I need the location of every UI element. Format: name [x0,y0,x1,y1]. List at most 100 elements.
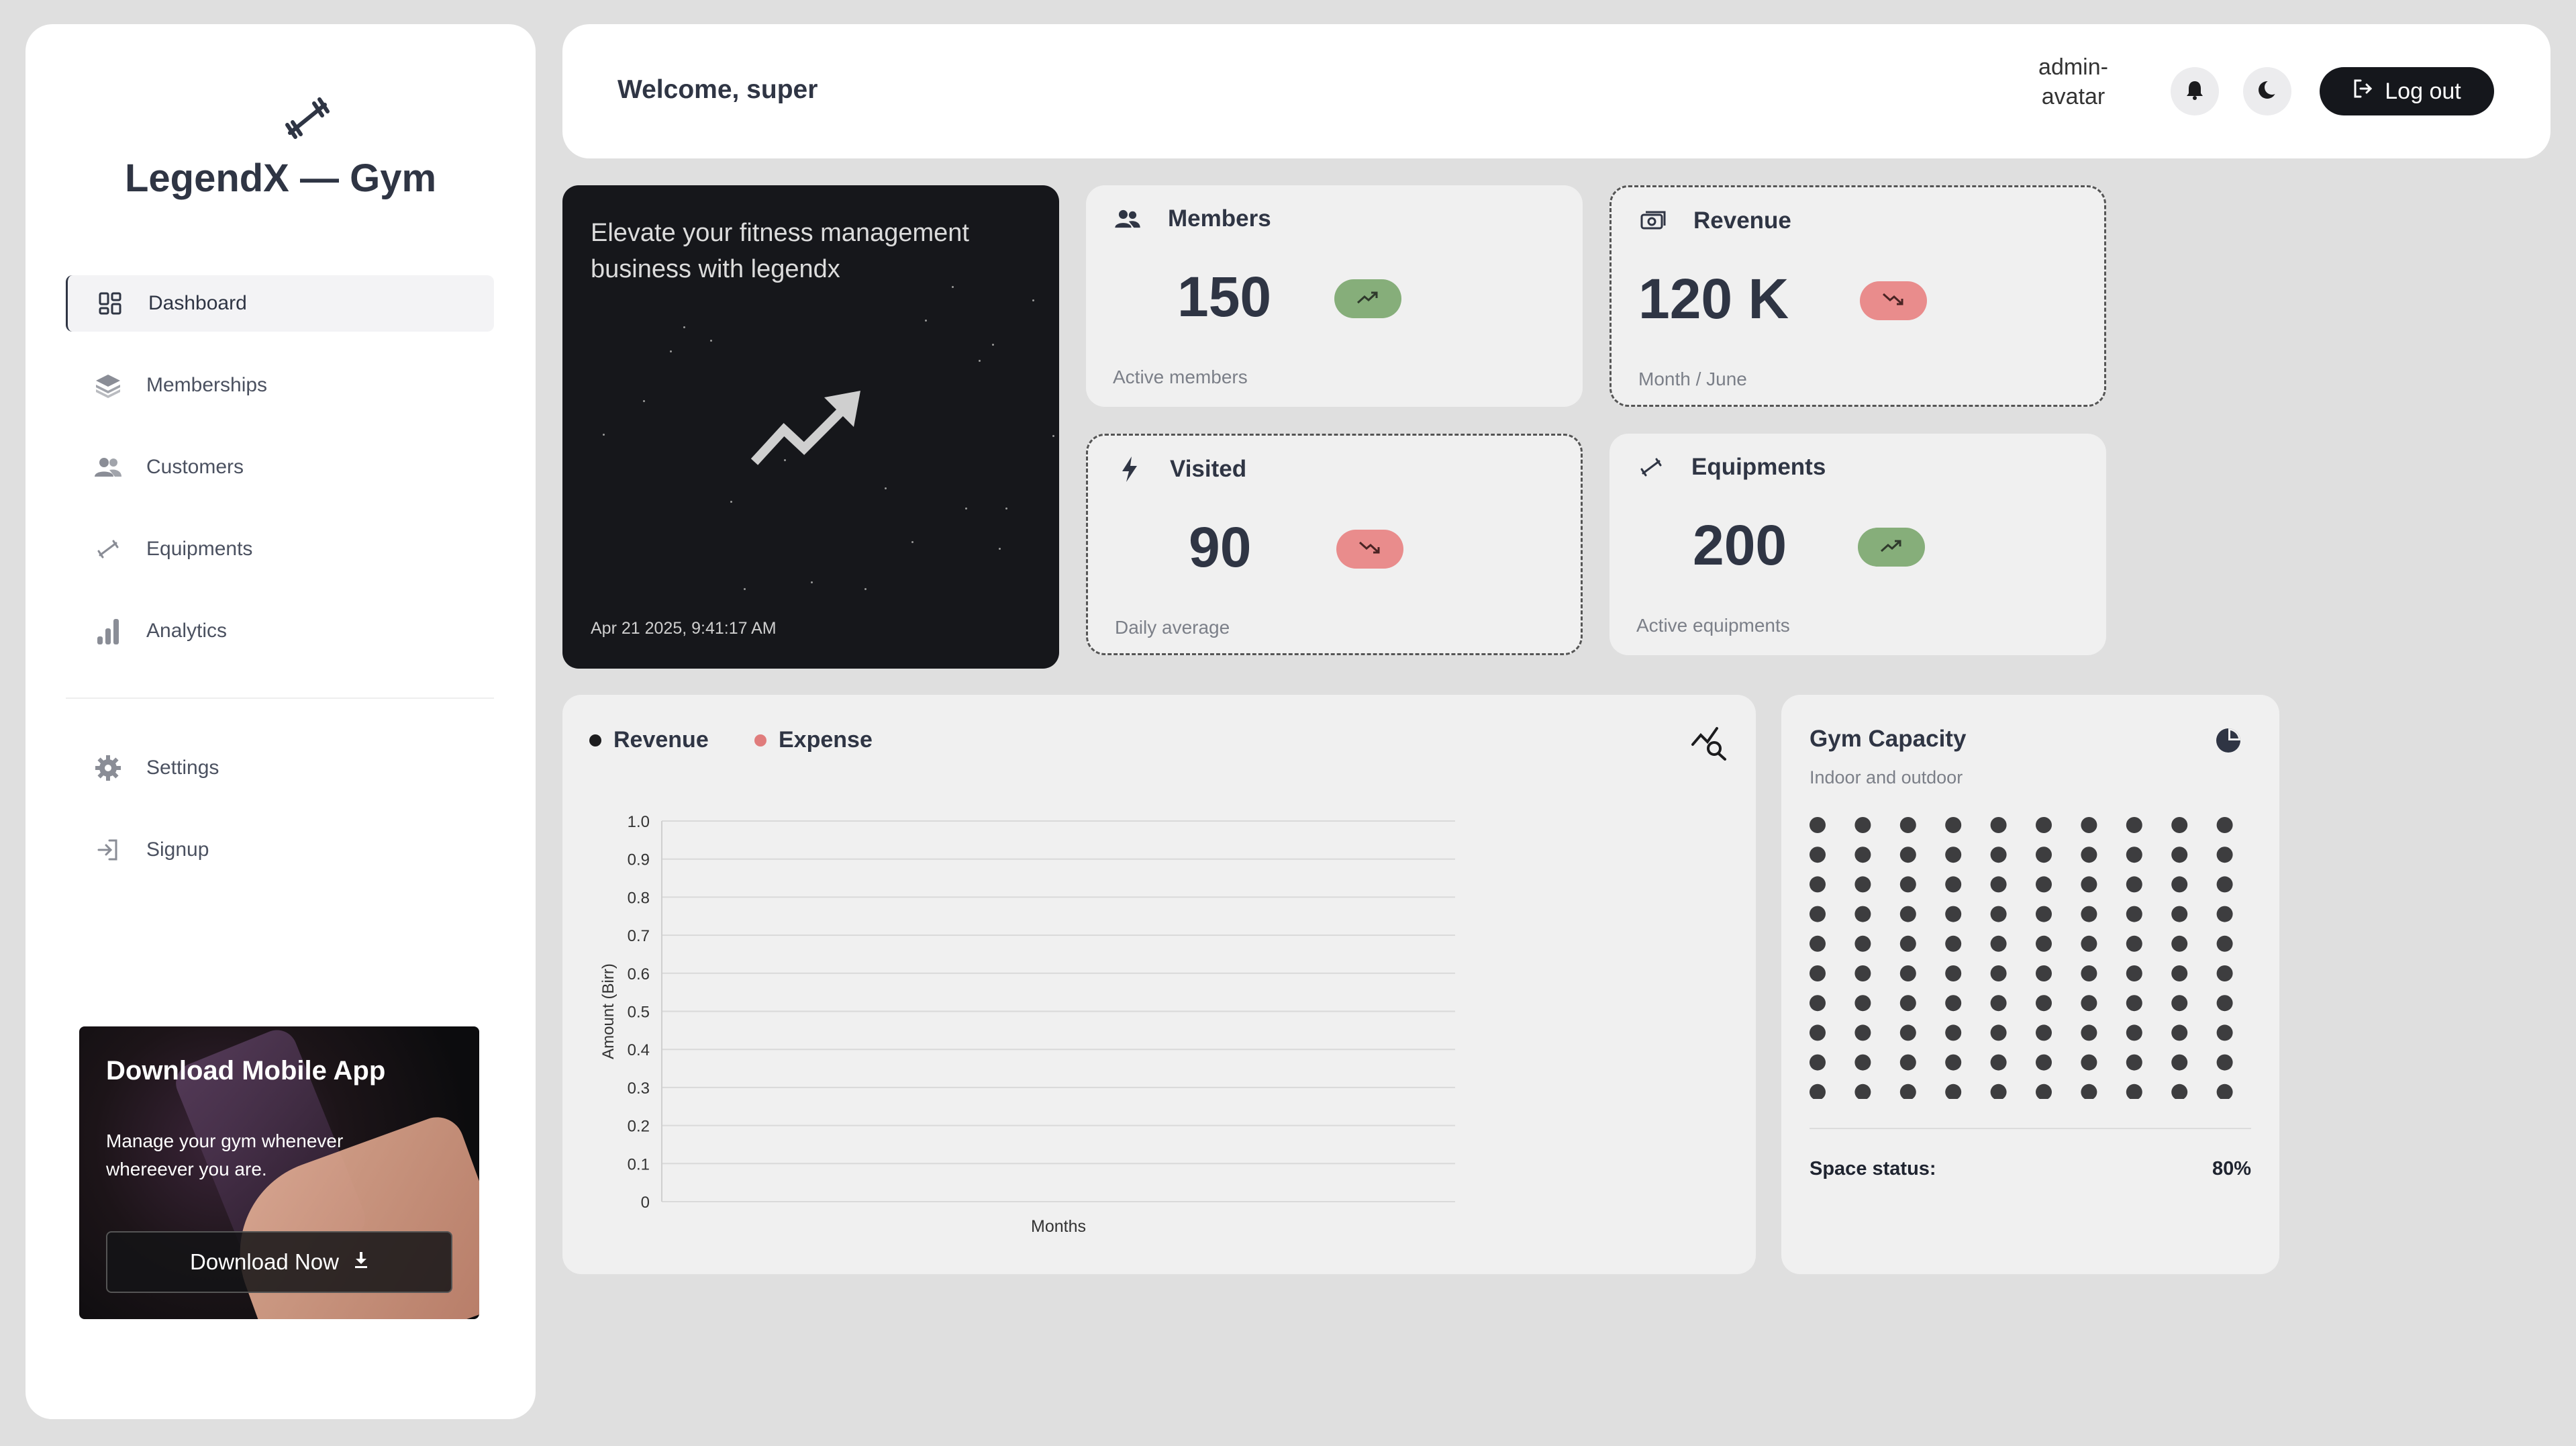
download-now-label: Download Now [190,1249,339,1274]
capacity-dot [1810,965,1826,981]
revenue-card: Revenue 120 K Month / June [1609,185,2106,407]
lightning-icon [1115,454,1144,484]
equipments-card: Equipments 200 Active equipments [1609,434,2106,655]
pie-chart-icon[interactable] [2215,727,2242,754]
legend-revenue[interactable]: Revenue [589,727,709,753]
capacity-dot [2081,935,2097,952]
y-tick-label: 0.7 [628,927,650,945]
capacity-dot [2216,1083,2233,1099]
star-dot [885,487,887,489]
capacity-dot [2081,847,2097,863]
capacity-dot [1854,1083,1871,1099]
capacity-dot [2081,965,2097,981]
capacity-dot [2171,1024,2188,1041]
capacity-dot [2081,1083,2097,1099]
sidebar-item-analytics[interactable]: Analytics [66,603,494,659]
star-dot [999,548,1001,550]
capacity-dot [2126,1054,2142,1071]
bar-chart-icon [94,617,122,645]
trending-up-icon [1356,291,1379,307]
theme-toggle-button[interactable] [2243,67,2291,115]
star-dot [710,340,712,342]
trending-up-icon [1880,539,1903,556]
capacity-dot [2171,1054,2188,1071]
trend-up-badge [1334,279,1401,318]
sidebar-item-customers[interactable]: Customers [66,439,494,495]
capacity-dot [1854,995,1871,1012]
capacity-dot [1854,935,1871,952]
sidebar-item-label: Memberships [146,374,268,396]
download-app-card: Download Mobile App Manage your gym when… [79,1026,479,1319]
visited-title: Visited [1170,456,1247,482]
capacity-dot [1899,1083,1916,1099]
capacity-dot [1810,935,1826,952]
capacity-dot [2126,876,2142,893]
capacity-dot [1854,1024,1871,1041]
capacity-dot [1945,817,1962,833]
star-dot [670,350,672,352]
star-dot [1005,508,1007,510]
logout-button[interactable]: Log out [2320,67,2494,115]
capacity-dot [1990,1083,2007,1099]
star-dot [811,581,813,583]
legend-label: Expense [779,727,873,753]
capacity-dot [1810,906,1826,922]
legend-label: Revenue [613,727,709,753]
sidebar-item-memberships[interactable]: Memberships [66,357,494,414]
y-tick-label: 0.4 [628,1041,650,1059]
top-header: Welcome, super admin-avatar Log out [562,24,2550,158]
sidebar-item-dashboard[interactable]: Dashboard [66,275,494,332]
trending-down-icon [1358,541,1381,558]
capacity-dot [1899,906,1916,922]
capacity-dot [1990,876,2007,893]
trend-down-badge [1336,530,1403,569]
sidebar-item-settings[interactable]: Settings [66,740,494,796]
capacity-dot [2216,817,2233,833]
y-tick-label: 0.8 [628,889,650,907]
capacity-dot [1810,817,1826,833]
capacity-dot [2081,995,2097,1012]
download-now-button[interactable]: Download Now [106,1231,452,1293]
capacity-dot [1810,1024,1826,1041]
capacity-dot [1899,876,1916,893]
capacity-dot [2036,995,2052,1012]
revenue-value: 120 K [1638,267,1789,330]
capacity-dot [2216,935,2233,952]
capacity-dot [1945,847,1962,863]
sidebar-item-equipments[interactable]: Equipments [66,521,494,577]
y-tick-label: 0 [641,1194,650,1212]
capacity-dot [2171,876,2188,893]
capacity-dot [2126,1083,2142,1099]
capacity-dot [2036,817,2052,833]
y-axis-label: Amount (Birr) [599,963,617,1059]
capacity-dot [1899,935,1916,952]
equipments-subtitle: Active equipments [1636,615,1790,636]
capacity-dot [2081,876,2097,893]
capacity-divider [1810,1128,2251,1129]
welcome-message: Welcome, super [617,75,818,104]
notifications-button[interactable] [2171,67,2219,115]
capacity-dot [1899,817,1916,833]
capacity-dot [2081,1054,2097,1071]
legend-expense[interactable]: Expense [754,727,873,753]
capacity-dot [2126,1024,2142,1041]
y-tick-label: 0.5 [628,1004,650,1022]
dumbbell-logo-icon [281,95,334,142]
capacity-dot [2036,1054,2052,1071]
y-tick-label: 0.9 [628,851,650,869]
capacity-dot [1854,847,1871,863]
capacity-dot [1990,965,2007,981]
capacity-dot [2126,965,2142,981]
capacity-dot [2081,817,2097,833]
trend-down-badge [1860,281,1927,320]
sidebar-item-label: Customers [146,456,244,478]
sidebar-item-signup[interactable]: Signup [66,822,494,878]
capacity-dot [2036,965,2052,981]
app-promo-title: Download Mobile App [106,1056,386,1086]
logout-icon [2352,79,2373,105]
y-tick-label: 0.6 [628,965,650,983]
chart-zoom-icon[interactable] [1690,723,1728,761]
dumbbell-icon [94,535,122,563]
avatar[interactable]: admin-avatar [2036,52,2110,130]
capacity-dot [2126,847,2142,863]
